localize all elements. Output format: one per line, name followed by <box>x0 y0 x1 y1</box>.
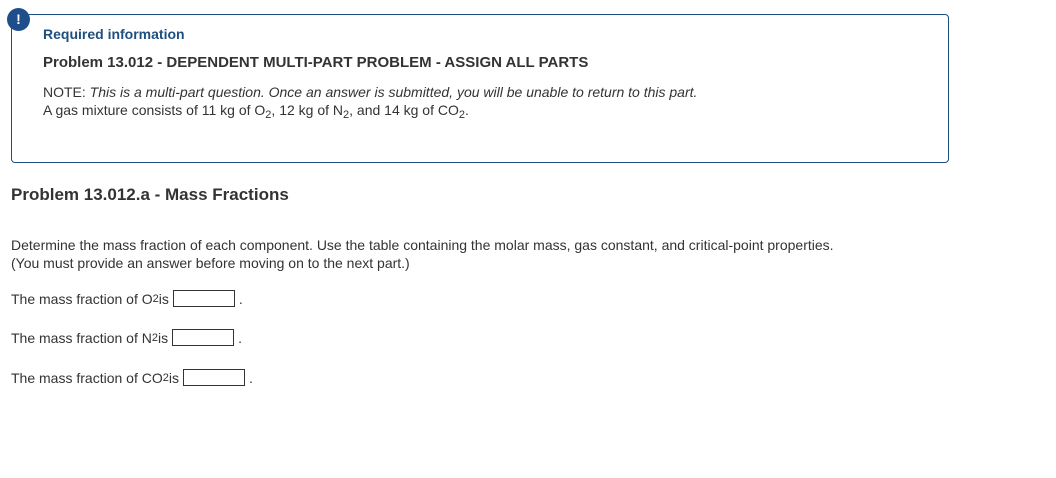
problem-description: A gas mixture consists of 11 kg of O2, 1… <box>43 102 469 121</box>
desc-mid2: , and 14 kg of CO <box>349 102 459 118</box>
desc-mid1: , 12 kg of N <box>271 102 344 118</box>
question-o2-prefix: The mass fraction of O <box>11 290 153 307</box>
o2-mass-fraction-input[interactable] <box>172 290 235 307</box>
required-info-title: Required information <box>43 26 185 42</box>
question-o2-end: . <box>238 290 243 307</box>
instructions: Determine the mass fraction of each comp… <box>11 236 834 272</box>
problem-title: Problem 13.012 - DEPENDENT MULTI-PART PR… <box>43 54 589 71</box>
part-title: Problem 13.012.a - Mass Fractions <box>11 185 289 204</box>
question-co2-suffix: is <box>168 369 179 386</box>
question-co2: The mass fraction of CO 2 is . <box>11 369 253 386</box>
alert-icon: ! <box>7 8 30 31</box>
page: ! Required information Problem 13.012 - … <box>0 0 1056 478</box>
desc-end: . <box>465 102 469 118</box>
co2-mass-fraction-input[interactable] <box>182 369 245 386</box>
question-n2-end: . <box>238 329 242 346</box>
question-o2: The mass fraction of O2 is . <box>11 290 243 307</box>
note-text: This is a multi-part question. Once an a… <box>89 84 698 100</box>
question-n2: The mass fraction of N2 is . <box>11 329 242 346</box>
question-co2-prefix: The mass fraction of CO <box>11 369 163 386</box>
question-co2-end: . <box>248 369 253 386</box>
desc-prefix: A gas mixture consists of 11 kg of O <box>43 102 266 118</box>
question-n2-suffix: is <box>157 329 169 346</box>
n2-mass-fraction-input[interactable] <box>172 329 235 346</box>
instruction-line-1: Determine the mass fraction of each comp… <box>11 237 834 253</box>
question-n2-prefix: The mass fraction of N <box>11 329 152 346</box>
question-o2-suffix: is <box>158 290 169 307</box>
instruction-line-2: (You must provide an answer before movin… <box>11 255 410 271</box>
note: NOTE: This is a multi-part question. Onc… <box>43 84 697 100</box>
note-label: NOTE: <box>43 84 86 100</box>
